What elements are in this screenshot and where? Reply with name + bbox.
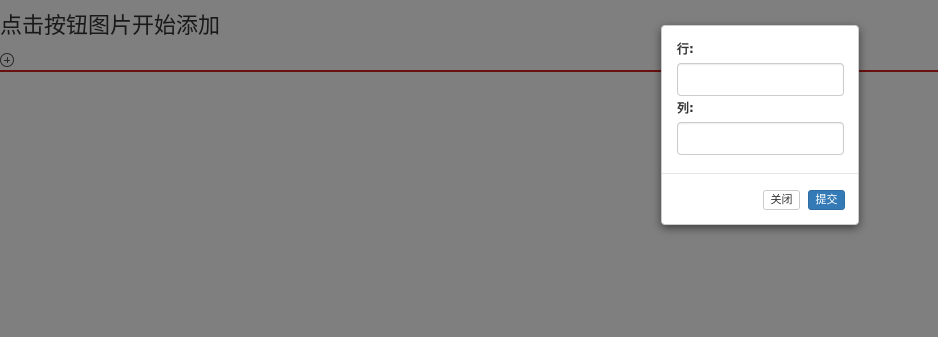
modal-dialog: 行: 列: 关闭 提交 [661,25,859,225]
modal-body: 行: 列: [662,26,858,174]
close-button[interactable]: 关闭 [763,190,800,210]
row-label: 行: [677,42,694,56]
modal-footer: 关闭 提交 [662,173,858,225]
column-input[interactable] [677,122,844,155]
row-input[interactable] [677,63,844,96]
submit-button[interactable]: 提交 [808,190,845,210]
column-label: 列: [677,101,694,115]
